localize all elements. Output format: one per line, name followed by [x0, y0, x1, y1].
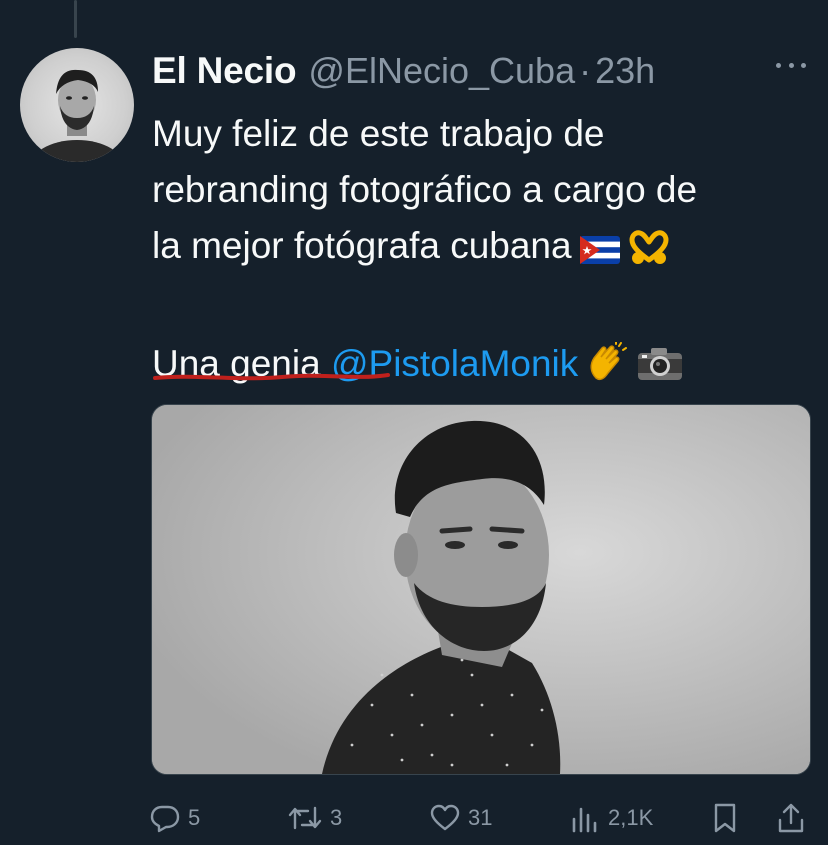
- more-options-icon[interactable]: [776, 50, 806, 80]
- author-name[interactable]: El Necio: [152, 50, 297, 92]
- tweet-media-photo[interactable]: [151, 404, 811, 775]
- tweet-actions-bar: 5 3 31 2,1K: [150, 796, 810, 840]
- tweet-text-line-content: la mejor fotógrafa cubana: [152, 225, 572, 266]
- share-button[interactable]: [776, 796, 806, 840]
- tweet-text-line: rebranding fotográfico a cargo de: [152, 169, 698, 210]
- tweet-text: Muy feliz de este trabajo de rebranding …: [152, 106, 802, 398]
- heart-hands-emoji: [628, 224, 670, 280]
- tweet-text-line: Muy feliz de este trabajo de: [152, 113, 605, 154]
- like-button[interactable]: 31: [430, 796, 492, 840]
- camera-emoji: [636, 342, 684, 398]
- retweet-icon: [288, 806, 322, 830]
- like-count: 31: [468, 805, 493, 830]
- tweet-text-line: la mejor fotógrafa cubana: [152, 218, 802, 280]
- tweet-text-line: Una genia @PistolaMonik: [152, 336, 802, 398]
- bookmark-icon: [714, 803, 736, 833]
- paragraph-break: [152, 280, 802, 336]
- author-handle[interactable]: @ElNecio_Cuba: [308, 50, 575, 92]
- bookmark-button[interactable]: [712, 796, 738, 840]
- header-separator: ·: [579, 50, 592, 91]
- avatar[interactable]: [20, 48, 134, 162]
- clapping-hands-emoji: [586, 341, 628, 398]
- reply-button[interactable]: 5: [150, 796, 200, 840]
- heart-icon: [430, 804, 460, 831]
- retweet-button[interactable]: 3: [288, 796, 342, 840]
- views-count: 2,1K: [608, 805, 654, 830]
- views-button[interactable]: 2,1K: [570, 796, 653, 840]
- tweet-header: El Necio @ElNecio_Cuba · 23h: [152, 46, 808, 96]
- reply-count: 5: [188, 805, 201, 830]
- reply-icon: [150, 805, 180, 833]
- portrait-photo: [152, 405, 810, 774]
- tweet-timestamp[interactable]: 23h: [595, 50, 655, 92]
- thread-connector-line: [74, 0, 77, 38]
- underline-annotation: [153, 373, 390, 381]
- retweet-count: 3: [330, 805, 343, 830]
- share-icon: [778, 803, 804, 833]
- views-analytics-icon: [572, 807, 597, 833]
- avatar-portrait: [30, 69, 124, 162]
- cuba-flag-emoji: [579, 224, 620, 280]
